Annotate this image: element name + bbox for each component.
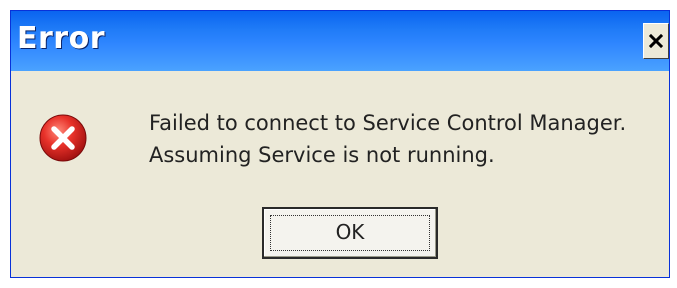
message-line-1: Failed to connect to Service Control Man… [149, 111, 627, 135]
error-dialog: Error Failed to connect to Service Contr… [10, 10, 670, 278]
message-line-2: Assuming Service is not running. [149, 143, 495, 167]
close-icon [649, 34, 663, 48]
window-title: Error [17, 21, 105, 56]
ok-button-label: OK [335, 220, 365, 244]
close-button[interactable] [643, 23, 669, 59]
ok-button[interactable]: OK [262, 207, 438, 259]
error-icon [39, 114, 87, 162]
dialog-content: Failed to connect to Service Control Man… [11, 71, 669, 279]
title-bar[interactable]: Error [11, 11, 669, 71]
error-message: Failed to connect to Service Control Man… [149, 107, 626, 171]
